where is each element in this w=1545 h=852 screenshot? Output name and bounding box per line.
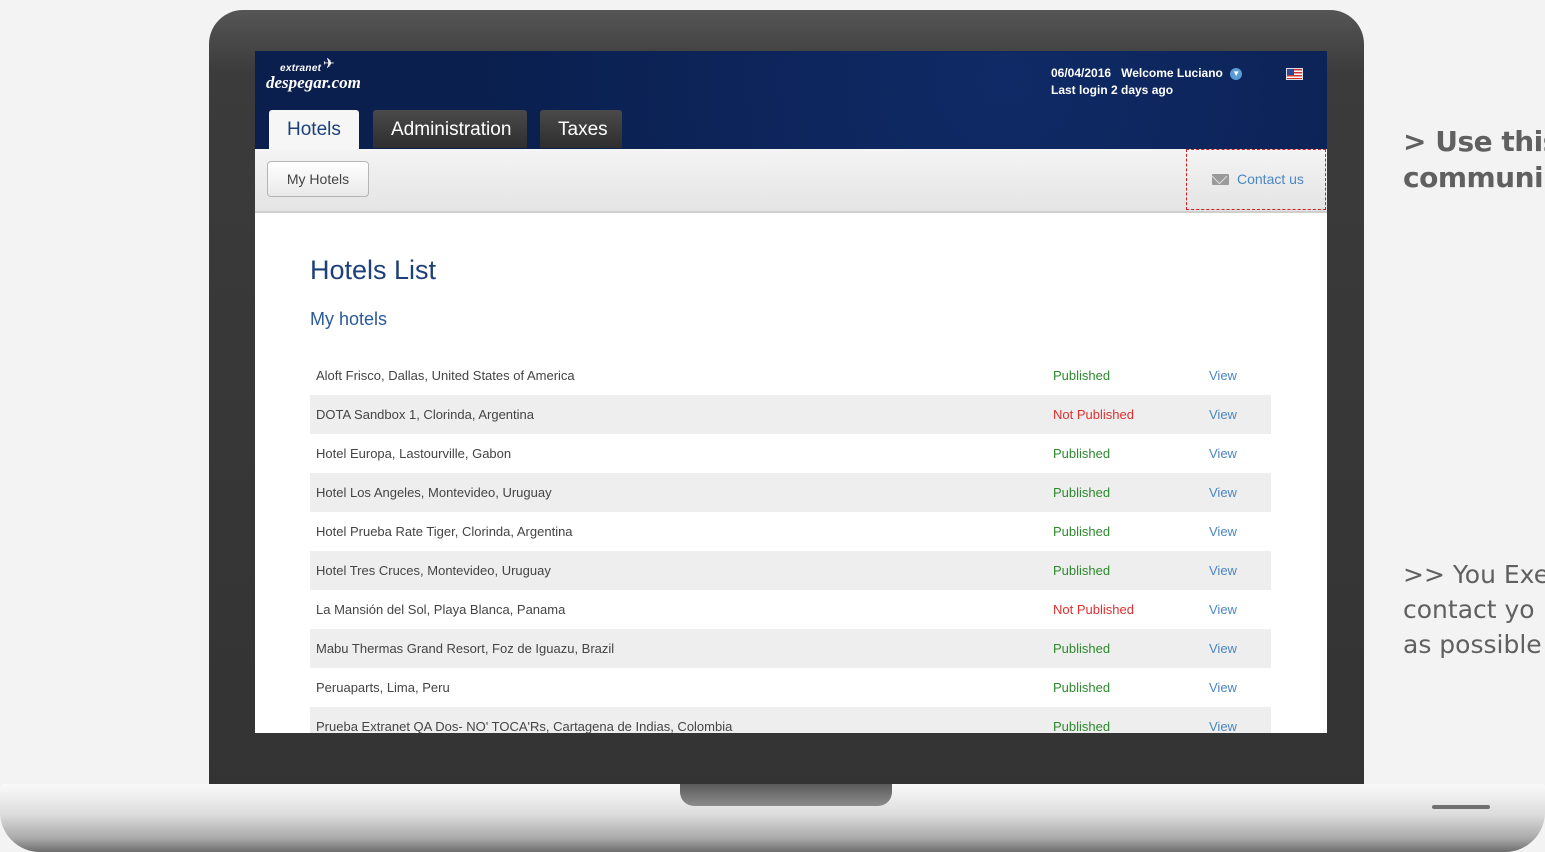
hotel-status: Published <box>1053 641 1111 656</box>
plane-icon: ✈ <box>323 55 335 71</box>
user-info: 06/04/2016 Welcome Luciano ▼ Last login … <box>1051 65 1243 99</box>
current-date: 06/04/2016 <box>1051 66 1112 80</box>
hotel-name: La Mansión del Sol, Playa Blanca, Panama <box>316 602 566 617</box>
table-row: Peruaparts, Lima, Peru Published View <box>310 668 1271 707</box>
logo-despegar[interactable]: despegar.com <box>266 73 361 93</box>
tab-taxes[interactable]: Taxes <box>540 110 622 148</box>
hotel-status: Published <box>1053 524 1111 539</box>
contact-us-highlight: Contact us <box>1186 149 1326 210</box>
annotation-top-line1: > Use this <box>1403 125 1545 158</box>
annotation-top-line2: communi <box>1403 161 1544 194</box>
view-link[interactable]: View <box>1209 707 1271 733</box>
screen: extranet ✈ despegar.com 06/04/2016 Welco… <box>255 51 1327 733</box>
hotel-name: Hotel Prueba Rate Tiger, Clorinda, Argen… <box>316 524 573 539</box>
base-slot <box>1432 805 1490 809</box>
annotation-bottom-line1: >> You Exe <box>1403 560 1545 589</box>
hotel-name: Hotel Tres Cruces, Montevideo, Uruguay <box>316 563 551 578</box>
table-row: Mabu Thermas Grand Resort, Foz de Iguazu… <box>310 629 1271 668</box>
view-link[interactable]: View <box>1209 356 1271 395</box>
site-header: extranet ✈ despegar.com 06/04/2016 Welco… <box>255 51 1327 150</box>
hotel-name: Peruaparts, Lima, Peru <box>316 680 450 695</box>
sub-toolbar: My Hotels Contact us <box>255 149 1327 213</box>
hotel-name: Prueba Extranet QA Dos- NO' TOCA'Rs, Car… <box>316 719 733 733</box>
hotel-status: Published <box>1053 485 1111 500</box>
annotation-bottom: >> You Exe contact yo as possible <box>1403 557 1545 662</box>
table-row: Aloft Frisco, Dallas, United States of A… <box>310 356 1271 395</box>
hotel-name: Aloft Frisco, Dallas, United States of A… <box>316 368 575 383</box>
table-row: Hotel Europa, Lastourville, Gabon Publish… <box>310 434 1271 473</box>
mail-icon <box>1212 174 1229 185</box>
table-row: La Mansión del Sol, Playa Blanca, Panama… <box>310 590 1271 629</box>
hotel-status: Published <box>1053 446 1111 461</box>
hotel-status: Not Published <box>1053 407 1134 422</box>
table-row: Hotel Los Angeles, Montevideo, Uruguay Pu… <box>310 473 1271 512</box>
contact-us-link[interactable]: Contact us <box>1237 171 1304 187</box>
annotation-bottom-line3: as possible <box>1403 630 1542 659</box>
hotel-name: Hotel Los Angeles, Montevideo, Uruguay <box>316 485 552 500</box>
tab-hotels[interactable]: Hotels <box>269 110 359 150</box>
table-row: Hotel Tres Cruces, Montevideo, Uruguay Pu… <box>310 551 1271 590</box>
last-login: Last login 2 days ago <box>1051 83 1174 97</box>
table-row: DOTA Sandbox 1, Clorinda, Argentina Not P… <box>310 395 1271 434</box>
user-dropdown-icon[interactable]: ▼ <box>1230 67 1243 80</box>
view-link[interactable]: View <box>1209 668 1271 707</box>
section-title: My hotels <box>310 309 388 329</box>
hotel-status: Published <box>1053 680 1111 695</box>
view-link[interactable]: View <box>1209 512 1271 551</box>
hotel-status: Published <box>1053 719 1111 733</box>
view-link[interactable]: View <box>1209 551 1271 590</box>
hotel-status: Published <box>1053 368 1111 383</box>
annotation-top: > Use this communi <box>1403 124 1545 196</box>
table-row: Prueba Extranet QA Dos- NO' TOCA'Rs, Car… <box>310 707 1271 733</box>
trackpad-notch <box>680 784 892 806</box>
view-link[interactable]: View <box>1209 629 1271 668</box>
hotel-status: Not Published <box>1053 602 1134 617</box>
hotel-status: Published <box>1053 563 1111 578</box>
view-link[interactable]: View <box>1209 395 1271 434</box>
page-title: Hotels List <box>310 255 437 285</box>
my-hotels-button[interactable]: My Hotels <box>267 161 369 197</box>
us-flag-icon[interactable] <box>1286 68 1303 80</box>
tab-administration[interactable]: Administration <box>373 110 527 148</box>
annotation-bottom-line2: contact yo <box>1403 595 1535 624</box>
view-link[interactable]: View <box>1209 590 1271 629</box>
hotels-table: Aloft Frisco, Dallas, United States of A… <box>310 356 1271 733</box>
hotel-name: Mabu Thermas Grand Resort, Foz de Iguazu… <box>316 641 615 656</box>
hotel-name: DOTA Sandbox 1, Clorinda, Argentina <box>316 407 534 422</box>
welcome-user[interactable]: Welcome Luciano <box>1121 66 1223 80</box>
view-link[interactable]: View <box>1209 434 1271 473</box>
hotel-name: Hotel Europa, Lastourville, Gabon <box>316 446 512 461</box>
table-row: Hotel Prueba Rate Tiger, Clorinda, Argen… <box>310 512 1271 551</box>
view-link[interactable]: View <box>1209 473 1271 512</box>
